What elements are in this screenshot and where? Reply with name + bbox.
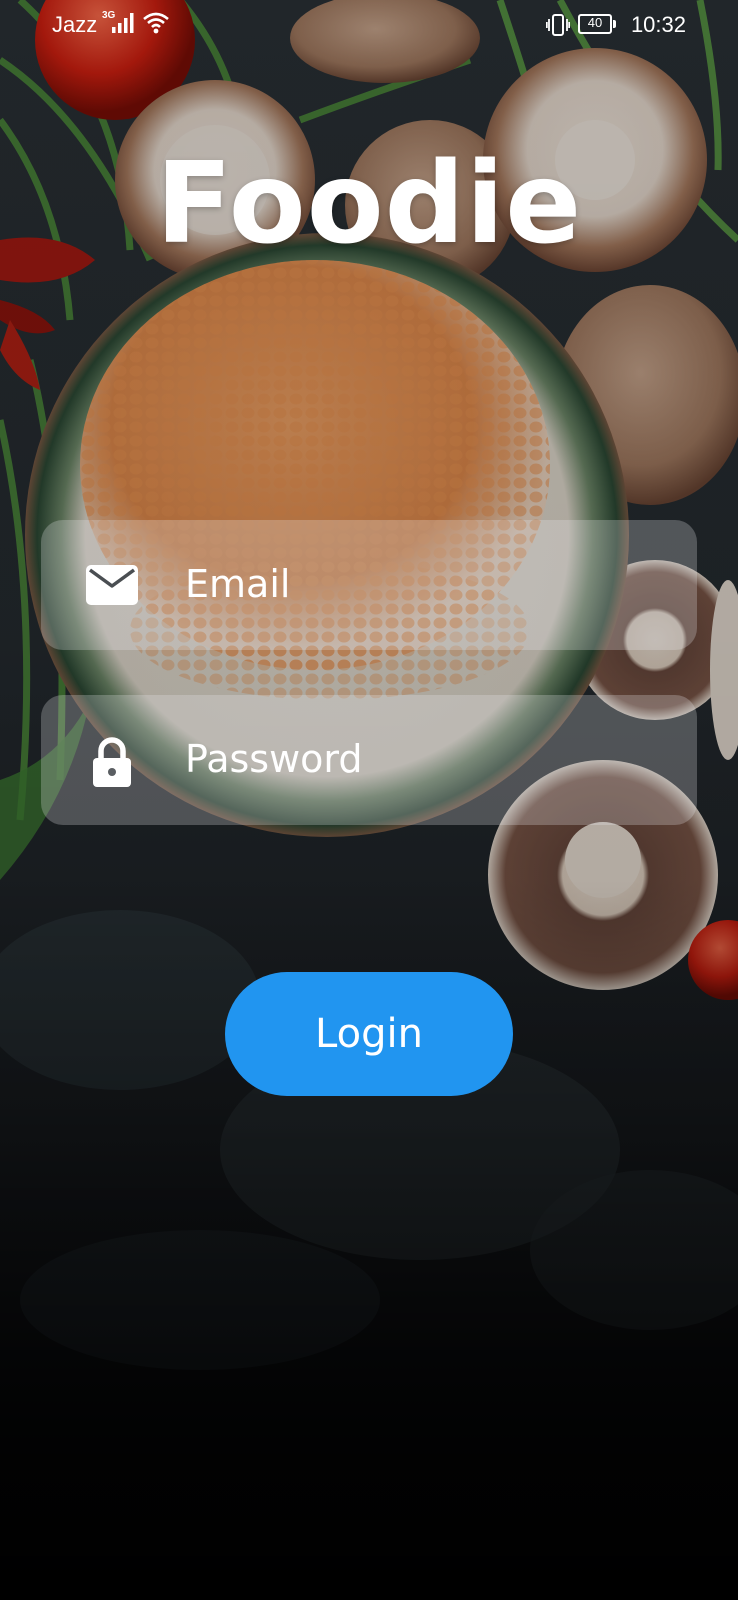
battery-tip: [613, 20, 616, 28]
wifi-icon: [143, 12, 169, 34]
vibrate-icon: [546, 14, 570, 36]
lock-icon: [93, 737, 131, 787]
app-title: Foodie: [155, 139, 583, 269]
login-button[interactable]: Login: [225, 972, 513, 1096]
password-field[interactable]: Password: [41, 695, 697, 825]
status-bar: Jazz 3G 40 10:32: [0, 0, 738, 52]
carrier-name: Jazz: [52, 12, 98, 37]
clock: 10:32: [630, 12, 686, 37]
email-field[interactable]: Email: [41, 520, 697, 650]
email-placeholder: Email: [185, 562, 291, 606]
battery-level: 40: [587, 15, 603, 30]
mail-icon: [86, 565, 138, 605]
signal-strength-icon: [112, 13, 134, 33]
login-screen: Jazz 3G 40 10:32 Foodie Email Password L…: [0, 0, 738, 1600]
password-placeholder: Password: [185, 737, 363, 781]
